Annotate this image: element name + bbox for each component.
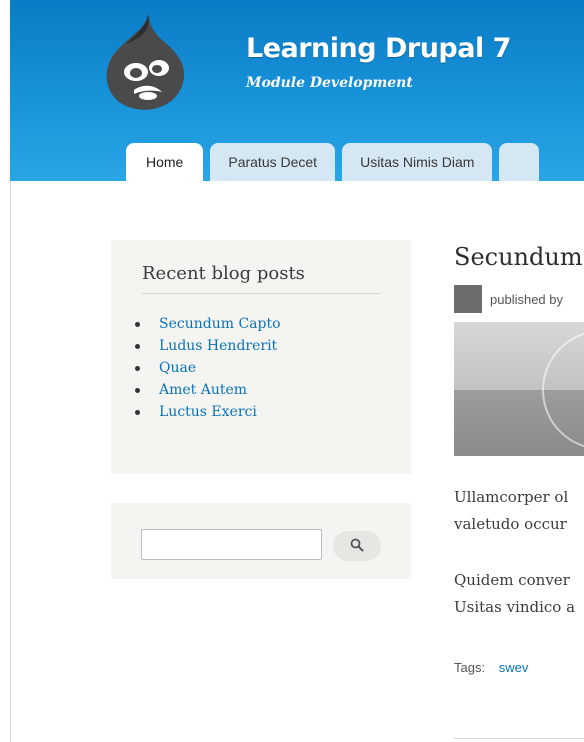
body-line: valetudo occur [454, 515, 567, 533]
node-submitted: published by [454, 284, 563, 314]
search-input[interactable] [141, 529, 322, 560]
block-title-divider [142, 293, 381, 294]
site-name[interactable]: Learning Drupal 7 [246, 33, 511, 64]
search-icon [350, 537, 364, 556]
main-menu-tabs: Home Paratus Decet Usitas Nimis Diam [126, 143, 540, 181]
body-paragraph-2: Quidem conver Usitas vindico a [454, 567, 575, 621]
avatar[interactable] [454, 285, 482, 313]
content-divider [454, 738, 584, 739]
tab-partial[interactable] [499, 143, 540, 181]
site-header: Learning Drupal 7 Module Development Hom… [10, 0, 584, 181]
body-line: Usitas vindico a [454, 598, 576, 616]
body-line: Ullamcorper ol [454, 488, 569, 506]
recent-blog-posts-block: Recent blog posts Secundum Capto Ludus H… [111, 240, 411, 474]
submitted-text: published by [490, 291, 563, 307]
tag-link[interactable]: swev [499, 660, 529, 675]
recent-post-link[interactable]: Secundum Capto [159, 316, 281, 332]
node-image [454, 322, 584, 456]
drupal-drop-icon[interactable] [96, 10, 192, 114]
recent-post-link[interactable]: Ludus Hendrerit [159, 338, 277, 354]
bullet-icon [135, 388, 140, 393]
body-paragraph-1: Ullamcorper ol valetudo occur [454, 484, 568, 538]
recent-post-link[interactable]: Amet Autem [159, 382, 247, 398]
recent-post-link[interactable]: Quae [159, 360, 196, 376]
bullet-icon [135, 322, 140, 327]
tags-label: Tags: [454, 660, 486, 675]
search-button[interactable] [333, 531, 381, 561]
tab-paratus-decet[interactable]: Paratus Decet [210, 143, 336, 181]
block-title: Recent blog posts [142, 263, 305, 284]
search-block [111, 503, 411, 579]
bullet-icon [135, 366, 140, 371]
tab-home[interactable]: Home [126, 143, 204, 181]
site-slogan: Module Development [246, 75, 413, 91]
tab-usitas-nimis-diam[interactable]: Usitas Nimis Diam [342, 143, 493, 181]
bullet-icon [135, 344, 140, 349]
body-line: Quidem conver [454, 571, 570, 589]
node-title[interactable]: Secundum [454, 243, 583, 271]
node-tags: Tags: swev [454, 660, 528, 675]
bullet-icon [135, 410, 140, 415]
recent-post-link[interactable]: Luctus Exerci [159, 404, 257, 420]
